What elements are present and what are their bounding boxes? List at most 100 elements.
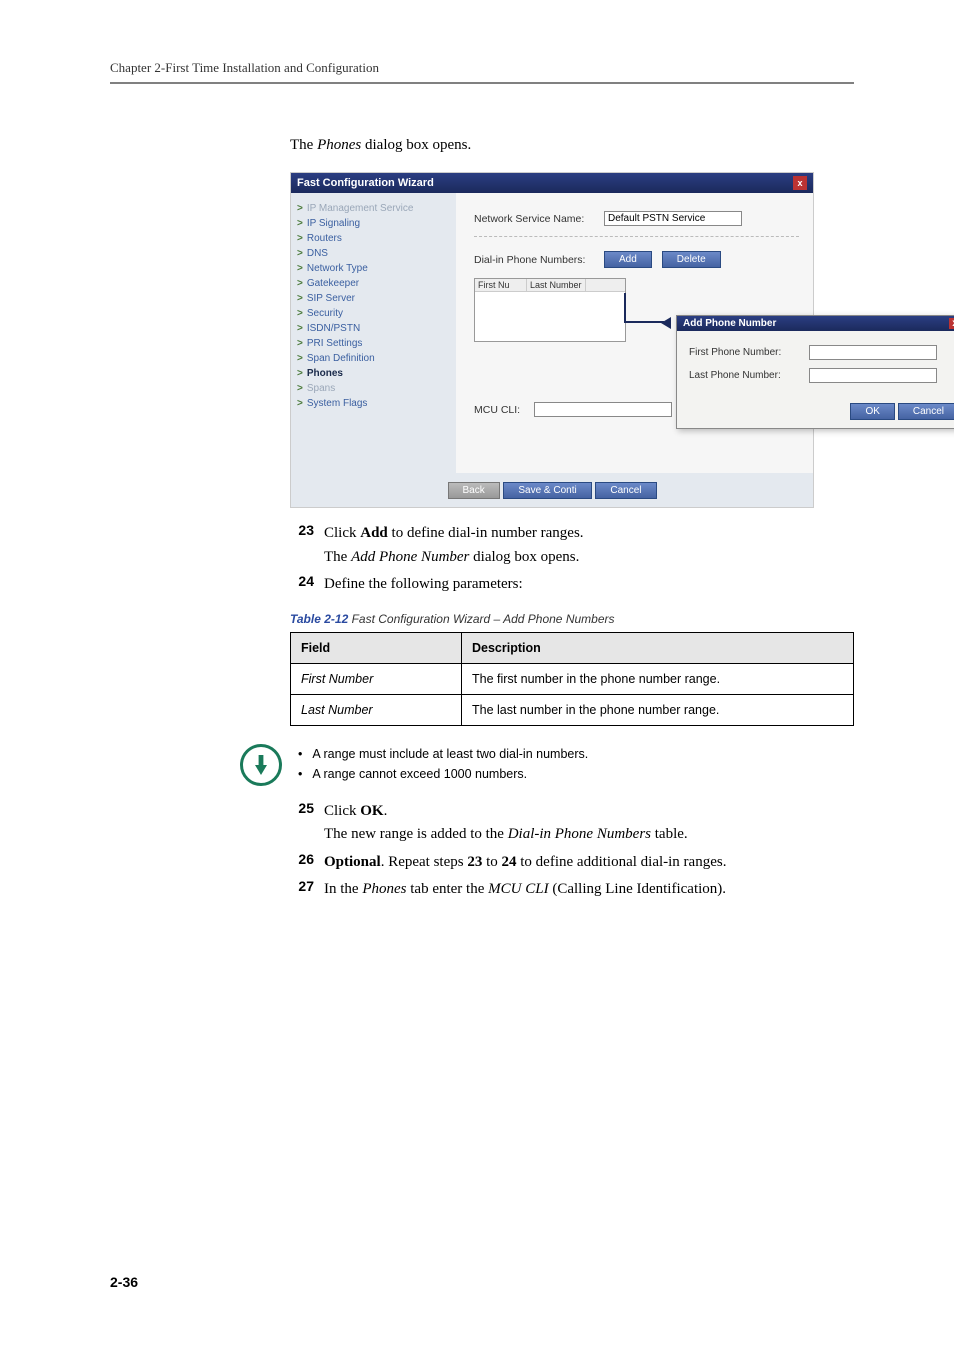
chevron-icon: >	[297, 308, 303, 319]
step-number: 25	[290, 800, 314, 816]
sidebar-item-security[interactable]: > Security	[297, 306, 450, 321]
mcu-cli-input[interactable]	[534, 402, 672, 417]
ok-button[interactable]: OK	[850, 403, 894, 420]
column-last-number: Last Number	[527, 279, 586, 291]
first-phone-label: First Phone Number:	[689, 347, 799, 358]
table-row: Last Number The last number in the phone…	[291, 695, 854, 726]
close-icon[interactable]: x	[949, 318, 954, 329]
net-service-label: Network Service Name:	[474, 213, 594, 225]
sidebar-label: Phones	[307, 368, 343, 379]
table-header-description: Description	[462, 633, 854, 664]
sidebar-item-ip-management[interactable]: > IP Management Service	[297, 201, 450, 216]
last-phone-input[interactable]	[809, 368, 937, 383]
intro-pre: The	[290, 137, 317, 153]
sidebar-label: IP Management Service	[307, 203, 414, 214]
column-first-number: First Nu	[475, 279, 527, 291]
sidebar-label: Routers	[307, 233, 342, 244]
sidebar-item-phones[interactable]: > Phones	[297, 366, 450, 381]
sidebar-label: DNS	[307, 248, 328, 259]
sidebar-item-sip-server[interactable]: > SIP Server	[297, 291, 450, 306]
close-icon[interactable]: x	[793, 176, 807, 190]
separator	[474, 236, 799, 237]
chevron-icon: >	[297, 293, 303, 304]
add-phone-dialog: Add Phone Number x First Phone Number: L…	[676, 315, 954, 429]
sidebar-item-network-type[interactable]: > Network Type	[297, 261, 450, 276]
sidebar-item-spans[interactable]: > Spans	[297, 381, 450, 396]
sidebar-label: Network Type	[307, 263, 368, 274]
step-25-body: Click OK. The new range is added to the …	[324, 800, 854, 847]
chevron-icon: >	[297, 278, 303, 289]
wizard-main-panel: Network Service Name: Dial-in Phone Numb…	[456, 193, 813, 473]
bullet-icon: •	[298, 764, 302, 784]
callout-arrow-icon	[661, 317, 671, 329]
footer-cancel-button[interactable]: Cancel	[595, 482, 656, 499]
back-button[interactable]: Back	[448, 482, 500, 499]
wizard-sidebar: > IP Management Service > IP Signaling > Ro…	[291, 193, 456, 473]
sidebar-item-gatekeeper[interactable]: > Gatekeeper	[297, 276, 450, 291]
step-23-body: Click Add to define dial-in number range…	[324, 522, 854, 569]
sidebar-item-isdn-pstn[interactable]: > ISDN/PSTN	[297, 321, 450, 336]
sidebar-label: ISDN/PSTN	[307, 323, 360, 334]
chevron-icon: >	[297, 383, 303, 394]
step-number: 26	[290, 851, 314, 867]
sidebar-label: SIP Server	[307, 293, 355, 304]
add-button[interactable]: Add	[604, 251, 652, 268]
net-service-input[interactable]	[604, 211, 742, 226]
wizard-titlebar: Fast Configuration Wizard x	[291, 173, 813, 193]
table-cell-desc: The last number in the phone number rang…	[462, 695, 854, 726]
note-text: •A range must include at least two dial-…	[298, 744, 588, 784]
chevron-icon: >	[297, 398, 303, 409]
chevron-icon: >	[297, 323, 303, 334]
table-header-field: Field	[291, 633, 462, 664]
first-phone-input[interactable]	[809, 345, 937, 360]
sidebar-item-pri-settings[interactable]: >PRI Settings	[297, 336, 450, 351]
sidebar-item-span-definition[interactable]: > Span Definition	[297, 351, 450, 366]
chevron-icon: >	[297, 248, 303, 259]
sidebar-item-ip-signaling[interactable]: > IP Signaling	[297, 216, 450, 231]
step-26-body: Optional. Repeat steps 23 to 24 to defin…	[324, 851, 854, 874]
sidebar-label: PRI Settings	[307, 338, 363, 349]
bullet-icon: •	[298, 744, 302, 764]
note-icon	[240, 744, 282, 786]
sidebar-label: Span Definition	[307, 353, 375, 364]
delete-button[interactable]: Delete	[662, 251, 721, 268]
chevron-icon: >	[297, 353, 303, 364]
step-number: 24	[290, 573, 314, 589]
sidebar-label: System Flags	[307, 398, 368, 409]
sidebar-label: IP Signaling	[307, 218, 360, 229]
page-number: 2-36	[110, 1274, 138, 1290]
sidebar-item-system-flags[interactable]: > System Flags	[297, 396, 450, 411]
sidebar-item-routers[interactable]: > Routers	[297, 231, 450, 246]
last-phone-label: Last Phone Number:	[689, 370, 799, 381]
chevron-icon: >	[297, 233, 303, 244]
mcu-cli-label: MCU CLI:	[474, 404, 524, 416]
chapter-running-head: Chapter 2-First Time Installation and Co…	[110, 60, 854, 76]
step-24-body: Define the following parameters:	[324, 573, 854, 596]
callout-line	[624, 321, 664, 323]
dialin-numbers-list[interactable]: First Nu Last Number	[474, 278, 626, 342]
intro-text: The Phones dialog box opens.	[290, 134, 854, 157]
sidebar-label: Gatekeeper	[307, 278, 359, 289]
wizard-screenshot: Fast Configuration Wizard x > IP Manageme…	[290, 172, 814, 508]
save-continue-button[interactable]: Save & Conti	[503, 482, 591, 499]
sidebar-label: Spans	[307, 383, 335, 394]
chevron-icon: >	[297, 203, 303, 214]
step-number: 27	[290, 878, 314, 894]
dialin-label: Dial-in Phone Numbers:	[474, 254, 594, 266]
step-number: 23	[290, 522, 314, 538]
sidebar-item-dns[interactable]: > DNS	[297, 246, 450, 261]
wizard-footer: Back Save & Conti Cancel	[291, 473, 813, 507]
chevron-icon: >	[297, 218, 303, 229]
table-caption: Table 2-12 Fast Configuration Wizard – A…	[290, 612, 854, 626]
table-row: First Number The first number in the pho…	[291, 664, 854, 695]
chevron-icon: >	[297, 263, 303, 274]
chevron-icon: >	[297, 368, 303, 379]
cancel-button[interactable]: Cancel	[898, 403, 954, 420]
header-rule	[110, 82, 854, 84]
step-27-body: In the Phones tab enter the MCU CLI (Cal…	[324, 878, 854, 901]
intro-post: dialog box opens.	[361, 137, 471, 153]
sidebar-label: Security	[307, 308, 343, 319]
table-cell-field: First Number	[291, 664, 462, 695]
field-description-table: Field Description First Number The first…	[290, 632, 854, 726]
table-cell-desc: The first number in the phone number ran…	[462, 664, 854, 695]
